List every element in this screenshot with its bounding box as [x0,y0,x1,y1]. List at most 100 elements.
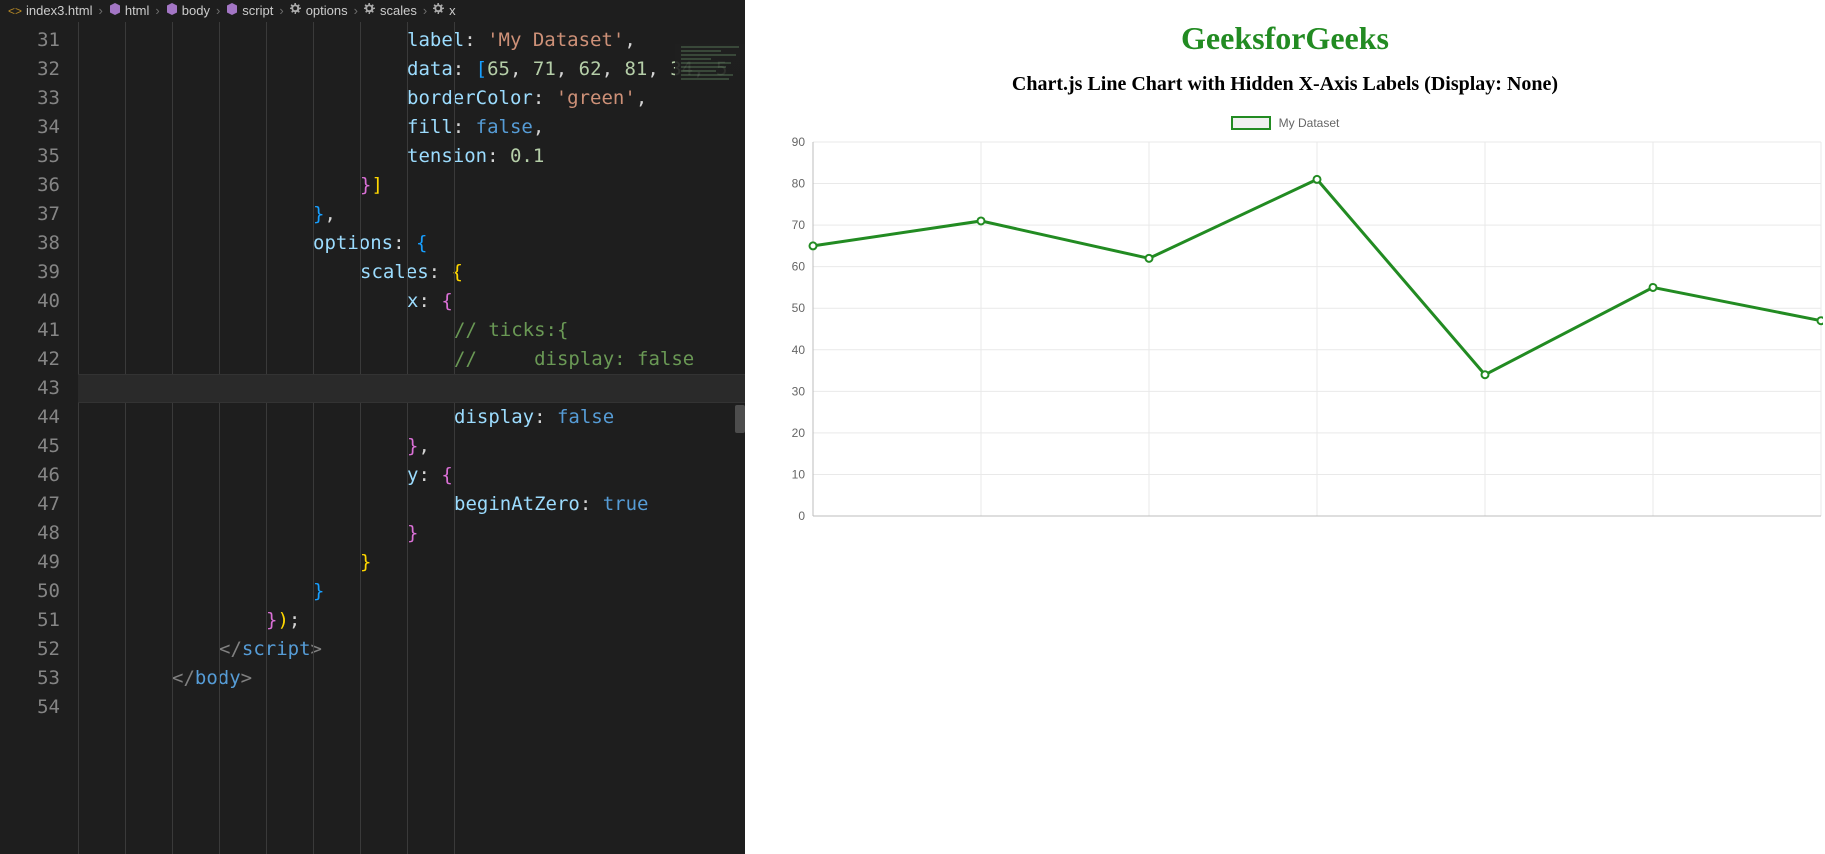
line-number: 49 [0,548,60,577]
legend-swatch [1231,116,1271,130]
code-line[interactable]: } [78,548,745,577]
code-line[interactable]: // } [78,374,745,403]
breadcrumb-item[interactable]: html [109,3,150,18]
line-number: 40 [0,287,60,316]
line-gutter: 3132333435363738394041424344454647484950… [0,22,78,854]
line-number: 41 [0,316,60,345]
y-tick-label: 0 [798,509,805,523]
chart-legend[interactable]: My Dataset [745,116,1825,130]
code-line[interactable]: </body> [78,664,745,693]
code-line[interactable]: y: { [78,461,745,490]
code-line[interactable]: }] [78,171,745,200]
code-editor[interactable]: <>index3.html›html›body›script›options›s… [0,0,745,854]
data-point [1146,255,1153,262]
code-line[interactable]: beginAtZero: true [78,490,745,519]
line-number: 31 [0,26,60,55]
file-icon: <> [8,4,22,18]
wrench-icon [364,3,376,18]
breadcrumb-label: x [449,3,456,18]
y-tick-label: 60 [792,260,806,274]
line-number: 50 [0,577,60,606]
line-number: 35 [0,142,60,171]
line-number: 51 [0,606,60,635]
line-number: 33 [0,84,60,113]
breadcrumb-label: script [242,3,273,18]
breadcrumb-label: index3.html [26,3,92,18]
code-line[interactable]: // ticks:{ [78,316,745,345]
code-line[interactable]: scales: { [78,258,745,287]
code-line[interactable]: label: 'My Dataset', [78,26,745,55]
line-number: 54 [0,693,60,722]
data-point [978,217,985,224]
line-chart: 0 10 20 30 40 50 60 70 80 90 [773,136,1825,536]
y-tick-label: 10 [792,467,806,481]
code-line[interactable]: } [78,577,745,606]
line-number: 43 [0,374,60,403]
breadcrumb-label: options [306,3,348,18]
breadcrumb-item[interactable]: options [290,3,348,18]
line-number: 37 [0,200,60,229]
breadcrumb-label: scales [380,3,417,18]
cube-icon [109,3,121,18]
y-tick-label: 20 [792,426,806,440]
y-tick-label: 50 [792,301,806,315]
data-point [1482,371,1489,378]
chart-title: Chart.js Line Chart with Hidden X-Axis L… [745,73,1825,96]
data-point [1818,317,1824,324]
y-tick-label: 30 [792,384,806,398]
code-content[interactable]: label: 'My Dataset',data: [65, 71, 62, 8… [78,22,745,854]
line-number: 52 [0,635,60,664]
breadcrumb-label: body [182,3,210,18]
y-tick-label: 90 [792,136,806,149]
line-number: 36 [0,171,60,200]
line-number: 46 [0,461,60,490]
breadcrumb-label: html [125,3,150,18]
code-line[interactable] [78,693,745,722]
line-number: 53 [0,664,60,693]
code-line[interactable]: data: [65, 71, 62, 81, 34, 5 [78,55,745,84]
breadcrumb-item[interactable]: script [226,3,273,18]
line-number: 44 [0,403,60,432]
breadcrumb-item[interactable]: x [433,3,456,18]
code-line[interactable]: tension: 0.1 [78,142,745,171]
code-line[interactable]: </script> [78,635,745,664]
code-line[interactable]: // display: false [78,345,745,374]
y-tick-label: 40 [792,343,806,357]
breadcrumb-item[interactable]: <> index3.html [8,3,93,18]
wrench-icon [290,3,302,18]
code-line[interactable]: fill: false, [78,113,745,142]
line-number: 34 [0,113,60,142]
breadcrumb-item[interactable]: scales [364,3,417,18]
breadcrumb[interactable]: <>index3.html›html›body›script›options›s… [0,0,745,22]
code-line[interactable]: options: { [78,229,745,258]
scrollbar-thumb[interactable] [735,405,745,433]
legend-label: My Dataset [1279,116,1340,130]
line-number: 32 [0,55,60,84]
code-line[interactable]: }, [78,432,745,461]
line-number: 47 [0,490,60,519]
data-point [810,242,817,249]
code-line[interactable]: x: { [78,287,745,316]
line-number: 38 [0,229,60,258]
wrench-icon [433,3,445,18]
line-number: 42 [0,345,60,374]
cube-icon [226,3,238,18]
code-line[interactable]: borderColor: 'green', [78,84,745,113]
code-line[interactable]: } [78,519,745,548]
brand-heading: GeeksforGeeks [745,20,1825,57]
preview-pane: GeeksforGeeks Chart.js Line Chart with H… [745,0,1825,854]
y-tick-label: 80 [792,177,806,191]
breadcrumb-item[interactable]: body [166,3,210,18]
data-point [1314,176,1321,183]
code-line[interactable]: display: false [78,403,745,432]
line-number: 45 [0,432,60,461]
code-area[interactable]: 3132333435363738394041424344454647484950… [0,22,745,854]
code-line[interactable]: }); [78,606,745,635]
line-number: 48 [0,519,60,548]
data-point [1650,284,1657,291]
line-number: 39 [0,258,60,287]
minimap[interactable] [675,44,745,164]
cube-icon [166,3,178,18]
code-line[interactable]: }, [78,200,745,229]
y-tick-label: 70 [792,218,806,232]
